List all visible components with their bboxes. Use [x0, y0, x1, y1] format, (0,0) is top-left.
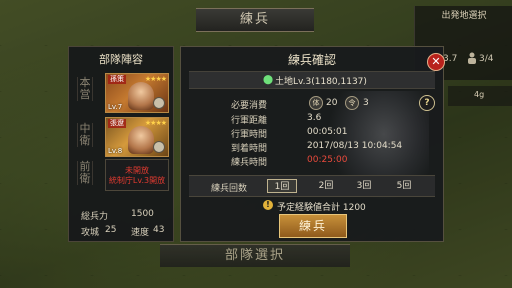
- unit-panel-title: 部隊陣容: [99, 53, 143, 66]
- bottom-banner: 部隊選択: [160, 244, 350, 267]
- arrival-label: 到着時間: [231, 144, 268, 154]
- slot-label-middle: 中 衛: [77, 123, 93, 147]
- general-card-1[interactable]: 孫策 ★★★★ Lv.7: [105, 73, 169, 113]
- train-count-label: 練兵回数: [211, 184, 248, 194]
- general-name: 張遼: [108, 119, 126, 128]
- order-cost: 3: [363, 98, 369, 108]
- general-stars: ★★★★: [144, 75, 167, 83]
- distance-value: 3.6: [307, 113, 322, 123]
- person-icon: [468, 52, 476, 64]
- troops-value: 1500: [131, 209, 154, 219]
- cost-label: 必要消費: [231, 101, 268, 111]
- side-level: 4g: [474, 90, 485, 99]
- warning-icon: !: [263, 200, 273, 210]
- troop-type-icon: [153, 141, 165, 153]
- train-button[interactable]: 練兵: [279, 214, 347, 238]
- target-location: 土地Lv.3(1180,1137): [275, 77, 367, 87]
- speed-value: 43: [153, 225, 165, 235]
- troop-type-icon: [153, 97, 165, 109]
- top-banner: 練兵: [196, 8, 314, 32]
- general-portrait: [128, 82, 154, 110]
- train-time-value: 00:25:00: [307, 155, 348, 165]
- siege-value: 25: [105, 225, 117, 235]
- locked-slot: 未開放 統制庁Lv.3開放: [105, 159, 169, 191]
- general-level: Lv.8: [108, 147, 123, 155]
- count-option-5[interactable]: 5回: [389, 179, 419, 193]
- order-icon: 令: [345, 96, 359, 110]
- slot-label-main: 本 営: [77, 77, 93, 101]
- side-level-tag: 4g: [448, 86, 512, 106]
- count-option-3[interactable]: 3回: [349, 179, 379, 193]
- arrival-value: 2017/08/13 10:04:54: [307, 141, 403, 151]
- stamina-cost: 20: [326, 98, 338, 108]
- locked-title: 未開放: [125, 166, 149, 175]
- troops-label: 総兵力: [81, 212, 109, 222]
- distance-label: 行軍距離: [231, 116, 268, 126]
- train-count-selector: 練兵回数 1回 2回 3回 5回: [189, 175, 435, 197]
- train-time-label: 練兵時間: [231, 158, 268, 168]
- general-portrait: [128, 126, 154, 154]
- departure-ratio: 3.7: [443, 54, 458, 64]
- count-option-2[interactable]: 2回: [311, 179, 341, 193]
- departure-count: 3/4: [479, 54, 494, 64]
- help-icon[interactable]: ?: [419, 95, 435, 111]
- march-time-label: 行軍時間: [231, 130, 268, 140]
- general-stars: ★★★★: [144, 119, 167, 127]
- general-name: 孫策: [108, 75, 126, 84]
- train-confirm-dialog: 練兵確認 ✕ ⬤ 土地Lv.3(1180,1137) 必要消費 体 20 令 3…: [180, 46, 445, 242]
- stamina-icon: 体: [309, 96, 323, 110]
- march-time-value: 00:05:01: [307, 127, 348, 137]
- location-bar: ⬤ 土地Lv.3(1180,1137): [189, 71, 435, 89]
- departure-title: 出発地選択: [441, 11, 487, 21]
- speed-label: 速度: [131, 228, 150, 238]
- general-card-2[interactable]: 張遼 ★★★★ Lv.8: [105, 117, 169, 157]
- count-option-1[interactable]: 1回: [267, 179, 297, 193]
- slot-label-front: 前 衛: [77, 161, 93, 185]
- dialog-title: 練兵確認: [287, 53, 336, 67]
- map-pin-icon: ⬤: [263, 75, 274, 85]
- siege-label: 攻城: [81, 228, 100, 238]
- general-level: Lv.7: [108, 103, 123, 111]
- close-icon[interactable]: ✕: [427, 53, 445, 71]
- locked-requirement: 統制庁Lv.3開放: [108, 176, 166, 185]
- unit-formation-panel: 部隊陣容 本 営 孫策 ★★★★ Lv.7 中 衛 張遼 ★★★★ Lv.8 前…: [68, 46, 174, 242]
- expected-exp: 予定経験値合計 1200: [277, 203, 366, 213]
